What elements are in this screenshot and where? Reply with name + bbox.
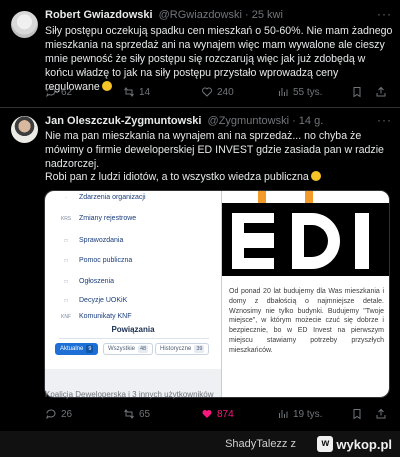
bookmark-icon	[353, 87, 361, 98]
menu-item: KRS Zmiany rejestrowe	[60, 215, 137, 222]
menu-item-icon: KRS	[60, 215, 72, 222]
menu-item: □ Decyzje UOKiK	[59, 297, 127, 304]
tweet-text: Nie ma pan mieszkania na wynajem ani na …	[45, 130, 384, 170]
tweet-text-second: Robi pan z ludzi idiotów, a to wszystko …	[45, 170, 395, 184]
bookmark-icon	[353, 409, 361, 420]
author-name[interactable]: Robert Gwiazdowski	[45, 9, 153, 21]
avatar[interactable]	[11, 11, 38, 38]
repost-icon	[124, 87, 134, 97]
bookmark-button[interactable]	[351, 408, 363, 420]
chip-all: Wszystkie 48	[103, 343, 154, 355]
repost-count: 65	[139, 408, 151, 420]
reply-count: 26	[61, 408, 73, 420]
repost-button[interactable]: 65	[123, 408, 150, 420]
like-count: 240	[217, 86, 234, 98]
tagged-users[interactable]: Koalicja Deweloperska i 3 innych użytkow…	[45, 390, 214, 399]
views-count: 55 tys.	[293, 86, 323, 98]
registry-screenshot[interactable]: · Zdarzenia organizacji KRS Zmiany rejes…	[45, 191, 221, 397]
repost-icon	[124, 409, 134, 419]
reply-icon	[46, 87, 56, 98]
share-button[interactable]	[375, 408, 387, 420]
repost-button[interactable]: 14	[123, 86, 150, 98]
menu-item: · Zdarzenia organizacji	[59, 194, 145, 201]
views-icon	[279, 410, 288, 418]
laughing-emoji-icon	[310, 171, 321, 181]
company-description: Od ponad 20 lat budujemy dla Was mieszka…	[229, 288, 384, 354]
like-button[interactable]: 240	[201, 86, 234, 98]
menu-item: KNF Komunikaty KNF	[61, 313, 132, 320]
heart-filled-icon	[202, 410, 212, 418]
author-name[interactable]: Jan Oleszczuk-Zygmuntowski	[45, 115, 201, 127]
menu-item: □ Pomoc publiczna	[59, 257, 132, 264]
author-handle[interactable]: @Zygmuntowski · 14 g.	[208, 115, 324, 127]
more-options-icon[interactable]: ···	[377, 7, 392, 21]
tweet-actions: 26 65 874 19 tys.	[45, 408, 390, 422]
reply-count: 62	[61, 86, 73, 98]
bookmark-button[interactable]	[351, 86, 363, 98]
tweet-media[interactable]: · Zdarzenia organizacji KRS Zmiany rejes…	[44, 190, 390, 398]
wykop-logo: w wykop.pl	[317, 436, 392, 452]
watermark-bar: ShadyTalezz z w wykop.pl	[0, 431, 400, 457]
menu-item-icon: □	[64, 297, 68, 304]
share-button[interactable]	[375, 86, 387, 98]
like-count: 874	[217, 408, 234, 420]
chip-current: Aktualne 9	[55, 343, 99, 355]
share-icon	[376, 408, 386, 419]
share-icon	[376, 86, 386, 97]
menu-item-icon: □	[64, 278, 68, 285]
ed-invest-logo	[222, 191, 389, 276]
views-count: 19 tys.	[293, 408, 323, 420]
menu-item-icon: KNF	[61, 313, 71, 320]
like-button[interactable]: 874	[201, 408, 234, 420]
relations-title: Powiązania	[111, 325, 155, 334]
author-handle[interactable]: @RGwiazdowski · 25 kwi	[159, 9, 283, 21]
ed-invest-screenshot[interactable]: Od ponad 20 lat budujemy dla Was mieszka…	[222, 191, 389, 397]
ed-invest-logo-graphic	[222, 191, 389, 276]
tweet-text: Siły postępu oczekują spadku cen mieszka…	[45, 25, 393, 93]
menu-item-icon: ·	[65, 194, 67, 201]
relations-divider	[59, 338, 209, 339]
menu-item: □ Sprawozdania	[59, 237, 123, 244]
views-button[interactable]: 19 tys.	[277, 408, 322, 420]
menu-item-icon: □	[64, 237, 68, 244]
wykop-badge-icon: w	[317, 436, 334, 452]
reply-icon	[46, 409, 56, 420]
more-options-icon[interactable]: ···	[377, 113, 392, 127]
repost-count: 14	[139, 86, 151, 98]
views-button[interactable]: 55 tys.	[277, 86, 322, 98]
reply-button[interactable]: 62	[45, 86, 72, 98]
watermark-user: ShadyTalezz z	[225, 438, 296, 450]
views-icon	[279, 88, 288, 96]
heart-icon	[202, 87, 212, 97]
reply-button[interactable]: 26	[45, 408, 72, 420]
tweet-header: Robert Gwiazdowski @RGwiazdowski · 25 kw…	[45, 8, 283, 22]
tweet-actions: 62 14 240 55 tys.	[45, 86, 390, 100]
tweet-header: Jan Oleszczuk-Zygmuntowski @Zygmuntowski…	[45, 114, 323, 128]
avatar[interactable]	[11, 116, 38, 143]
chip-historical: Historyczne 39	[155, 343, 210, 355]
menu-item-icon: □	[64, 257, 68, 264]
menu-item: □ Ogłoszenia	[59, 278, 114, 285]
